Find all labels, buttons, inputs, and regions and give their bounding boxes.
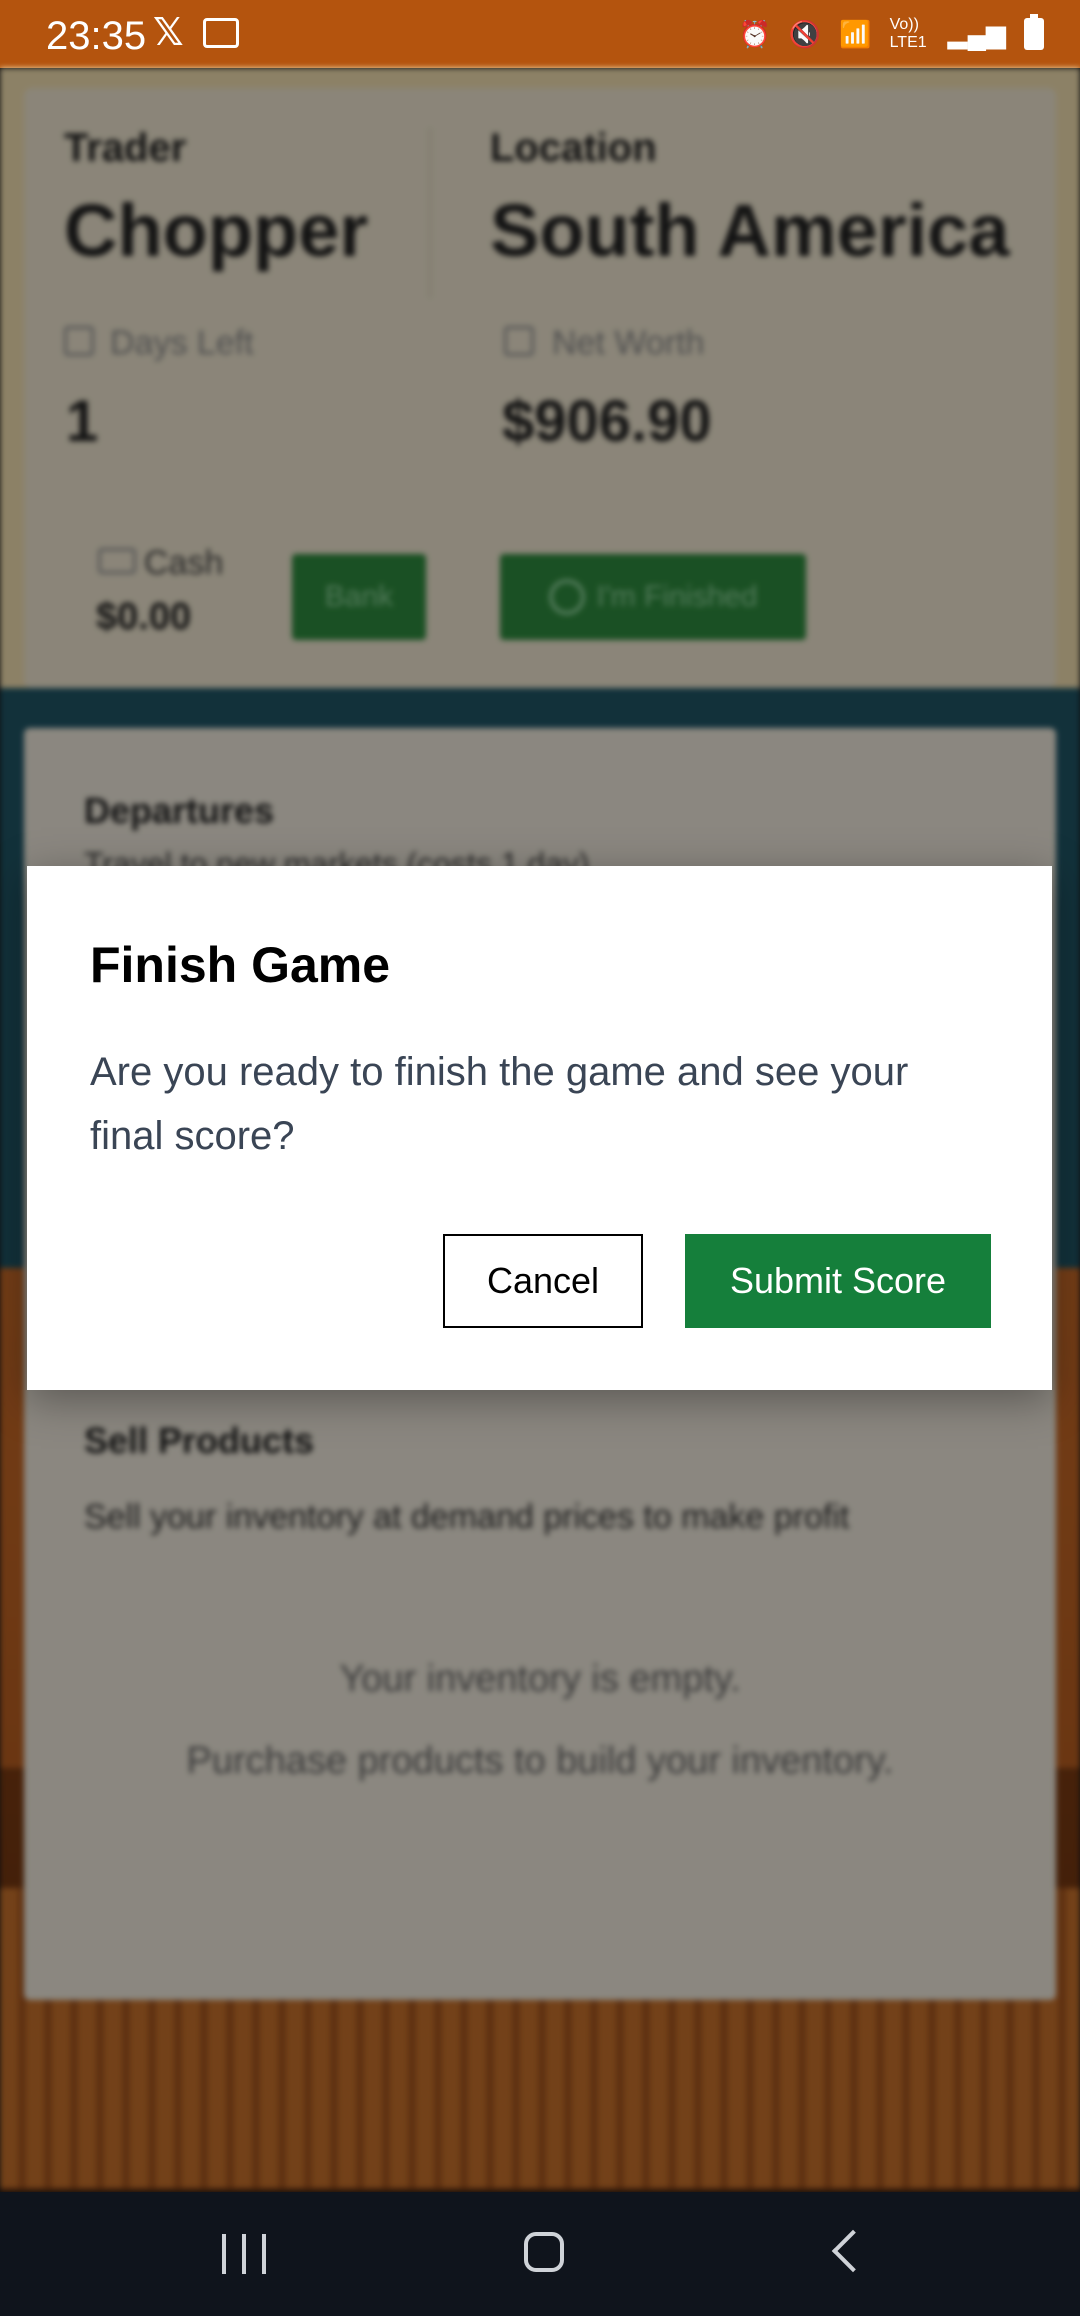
recent-apps-icon[interactable]	[222, 2234, 266, 2274]
status-time: 23:35	[46, 14, 147, 58]
dialog-message: Are you ready to finish the game and see…	[90, 1050, 909, 1158]
wifi-icon: 📶	[839, 19, 872, 49]
submit-score-button[interactable]: Submit Score	[685, 1234, 991, 1328]
voicemail-icon	[203, 18, 239, 48]
volte-icon: Vo)) LTE1	[889, 16, 927, 51]
mute-icon: 🔇	[788, 19, 822, 49]
status-icons: ⏰ 🔇 📶 Vo)) LTE1 ▂▄▆	[738, 14, 1044, 52]
dialog-title: Finish Game	[90, 937, 391, 993]
finish-game-dialog: Finish Game Are you ready to finish the …	[27, 866, 1052, 1390]
home-icon[interactable]	[524, 2232, 564, 2272]
alarm-icon: ⏰	[738, 19, 771, 49]
battery-icon	[1024, 14, 1044, 50]
signal-icon: ▂▄▆	[947, 19, 1006, 49]
back-icon[interactable]	[831, 2229, 875, 2273]
system-navigation-bar	[0, 2192, 1080, 2316]
x-icon: 𝕏	[153, 12, 184, 54]
cancel-button[interactable]: Cancel	[443, 1234, 643, 1328]
status-bar: 23:35 𝕏 ⏰ 🔇 📶 Vo)) LTE1 ▂▄▆	[0, 0, 1080, 68]
